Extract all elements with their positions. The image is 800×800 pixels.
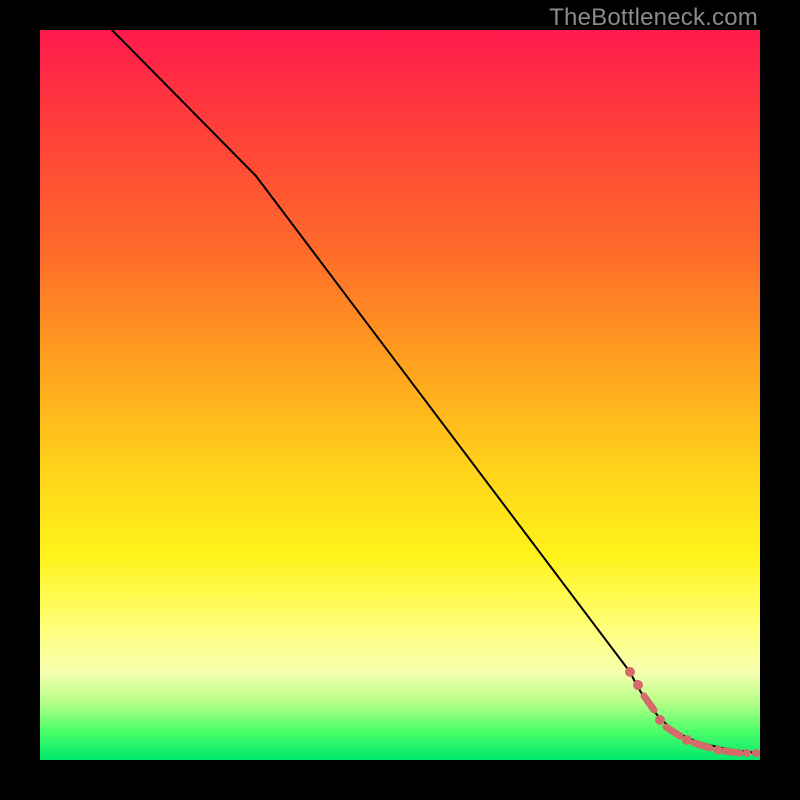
- plot-area: [40, 30, 760, 760]
- tail-markers-group: [625, 667, 760, 757]
- watermark-text: TheBottleneck.com: [549, 4, 758, 32]
- marker-dash: [644, 696, 654, 710]
- chart-frame: TheBottleneck.com: [0, 0, 800, 800]
- marker-dash: [724, 751, 740, 753]
- marker-dot: [655, 715, 665, 725]
- marker-dot: [752, 749, 760, 757]
- curve-line: [112, 30, 760, 753]
- marker-dash: [666, 727, 680, 736]
- marker-dot: [625, 667, 635, 677]
- chart-svg: [40, 30, 760, 760]
- marker-dot: [743, 749, 751, 757]
- marker-dot: [633, 680, 643, 690]
- marker-dot: [682, 735, 692, 745]
- marker-dash: [694, 743, 710, 748]
